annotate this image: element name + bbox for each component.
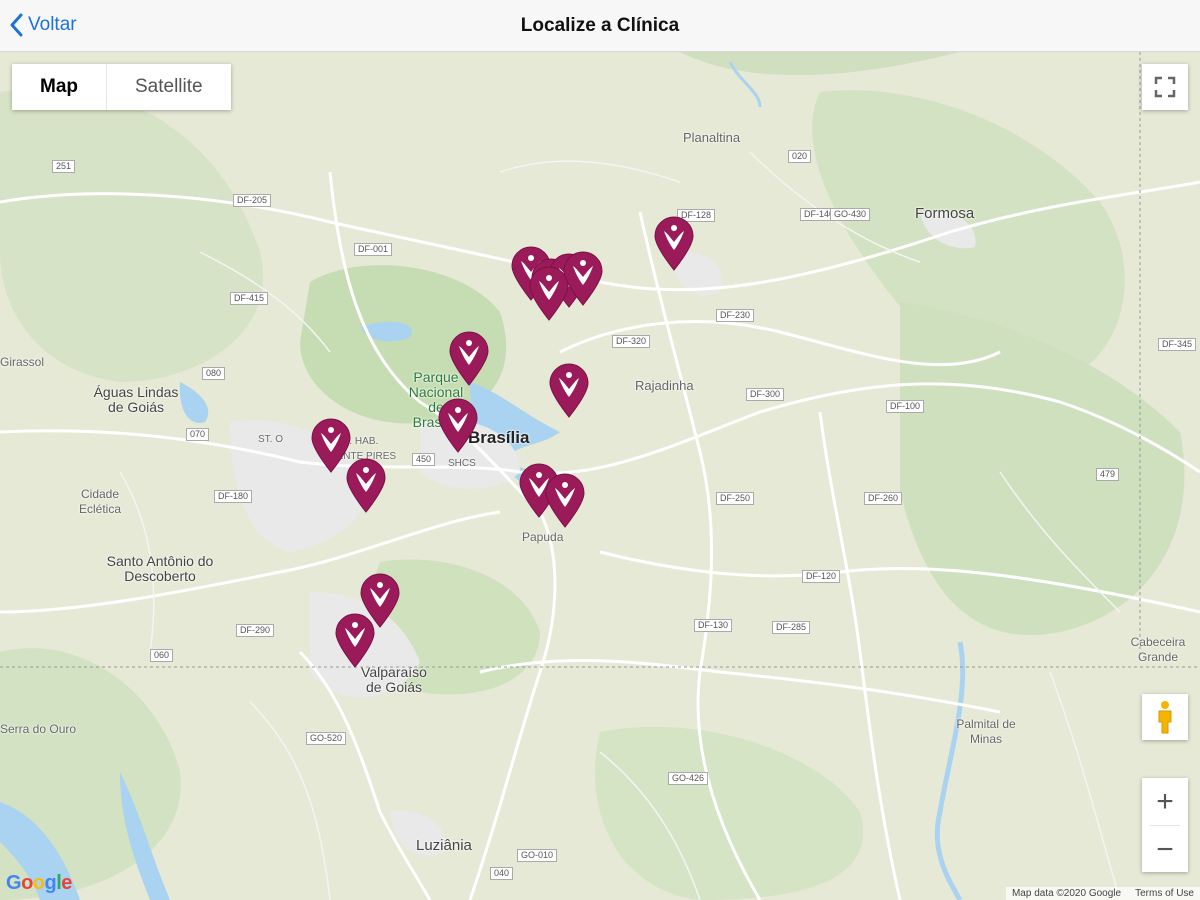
attribution-text: Map data ©2020 Google: [1011, 888, 1122, 899]
map-type-map-button[interactable]: Map: [12, 64, 107, 110]
clinic-marker[interactable]: [345, 457, 387, 513]
map-view[interactable]: Planaltina Formosa Águas Lindas de Goiás…: [0, 52, 1200, 900]
road-label: DF-260: [864, 492, 903, 505]
map-pin-icon: [545, 473, 585, 528]
page-title: Localize a Clínica: [520, 15, 680, 36]
place-label: Luziânia: [416, 837, 472, 854]
road-label: DF-415: [230, 292, 269, 305]
place-label: ST. O: [258, 434, 284, 445]
road-label: 251: [52, 160, 76, 173]
road-label: DF-290: [236, 624, 275, 637]
road-label: GO-010: [517, 849, 558, 862]
clinic-marker[interactable]: [437, 397, 479, 453]
pegman-icon: [1158, 701, 1172, 734]
road-label: 479: [1096, 468, 1120, 481]
road-label: DF-300: [746, 388, 785, 401]
clinic-marker[interactable]: [562, 250, 604, 306]
road-label: DF-130: [694, 619, 733, 632]
clinic-marker[interactable]: [548, 362, 590, 418]
terms-link[interactable]: Terms of Use: [1135, 888, 1194, 899]
road-label: GO-430: [830, 208, 871, 221]
road-label: DF-120: [802, 570, 841, 583]
road-label: 450: [412, 453, 436, 466]
road-label: DF-250: [716, 492, 755, 505]
road-label: 060: [150, 649, 174, 662]
road-label: 080: [202, 367, 226, 380]
map-pin-icon: [549, 363, 589, 418]
road-label: 020: [788, 150, 812, 163]
road-label: DF-205: [233, 194, 272, 207]
map-pin-icon: [563, 251, 603, 306]
place-label: Valparaíso de Goiás: [361, 664, 427, 695]
place-label: Santo Antônio do Descoberto: [106, 553, 214, 584]
place-label: Cabeceira Grande: [1130, 635, 1186, 664]
road-label: DF-180: [214, 490, 253, 503]
road-label: GO-426: [668, 772, 709, 785]
zoom-in-button[interactable]: +: [1142, 778, 1188, 825]
road-label: GO-520: [306, 732, 347, 745]
place-label: Formosa: [915, 205, 975, 222]
map-type-satellite-button[interactable]: Satellite: [107, 64, 231, 110]
road-label: 070: [186, 428, 210, 441]
clinic-marker[interactable]: [653, 215, 695, 271]
place-label: Cidade Eclética: [78, 487, 122, 516]
map-attribution: Map data ©2020 Google Terms of Use: [1005, 887, 1200, 900]
road-label: DF-285: [772, 621, 811, 634]
fullscreen-button[interactable]: [1142, 64, 1188, 110]
place-label: Papuda: [522, 530, 564, 544]
fullscreen-icon: [1154, 76, 1176, 98]
zoom-out-button[interactable]: −: [1142, 826, 1188, 873]
place-label: Girassol: [0, 355, 45, 369]
map-pin-icon: [654, 216, 694, 271]
road-label: DF-230: [716, 309, 755, 322]
place-label: Águas Lindas de Goiás: [93, 384, 179, 415]
map-pin-icon: [335, 613, 375, 668]
place-label: SHCS: [448, 458, 476, 469]
clinic-marker[interactable]: [448, 330, 490, 386]
place-label: Palmital de Minas: [956, 717, 1016, 746]
map-pin-icon: [438, 398, 478, 453]
map-pin-icon: [346, 458, 386, 513]
map-pin-icon: [449, 331, 489, 386]
clinic-marker[interactable]: [544, 472, 586, 528]
google-logo: Google: [6, 872, 72, 894]
place-label: Planaltina: [683, 130, 741, 145]
map-type-control: Map Satellite: [12, 64, 231, 110]
road-label: DF-100: [886, 400, 925, 413]
road-label: DF-345: [1158, 338, 1197, 351]
street-view-pegman[interactable]: [1142, 694, 1188, 740]
road-label: DF-001: [354, 243, 393, 256]
road-label: DF-320: [612, 335, 651, 348]
map-base: [0, 52, 1200, 900]
clinic-marker[interactable]: [334, 612, 376, 668]
zoom-control: + −: [1142, 778, 1188, 872]
road-label: 040: [490, 867, 514, 880]
navigation-bar: Voltar Localize a Clínica: [0, 0, 1200, 52]
place-label: Serra do Ouro: [0, 722, 77, 736]
place-label: Rajadinha: [635, 378, 694, 393]
